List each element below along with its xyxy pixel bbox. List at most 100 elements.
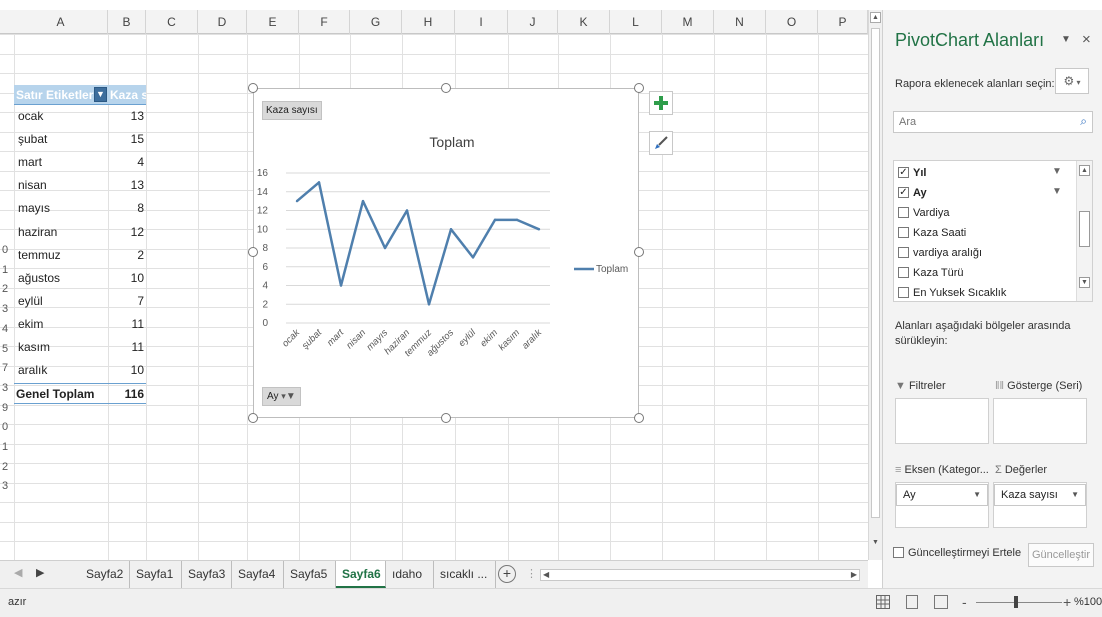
sheet-tab[interactable]: Sayfa5 [284,561,336,588]
sheet-tab[interactable]: ıdaho [386,561,434,588]
column-header[interactable]: N [714,10,766,34]
row-number[interactable]: 0 [0,244,14,256]
row-number[interactable]: 2 [0,283,14,295]
zoom-level[interactable]: %100 [1074,596,1102,608]
zoom-in-icon[interactable]: + [1063,594,1071,610]
field-list[interactable]: ✓ Yıl ✓ Ay Vardiya Kaza Saati vardiya aralığı K… [893,160,1093,302]
checkbox-icon[interactable] [898,206,909,218]
pane-options-dropdown-icon[interactable]: ▼ [1061,34,1071,45]
pivot-row-label[interactable]: haziran [18,222,104,242]
sheet-tab[interactable]: Sayfa6 [336,561,386,588]
field-yil-filter-icon[interactable]: ▼ [1052,166,1062,177]
pivot-row-label[interactable]: şubat [18,129,104,149]
column-header[interactable]: G [350,10,402,34]
field-item[interactable]: vardiya aralığı [898,243,982,263]
pivot-row-label[interactable]: aralık [18,360,104,380]
pivot-row-label[interactable]: kasım [18,337,104,357]
chart-styles-button[interactable] [649,131,673,155]
column-header[interactable]: M [662,10,714,34]
column-header[interactable]: H [402,10,455,34]
pivot-row-label[interactable]: mayıs [18,198,104,218]
hscroll-left-arrow-icon[interactable]: ◀ [543,570,549,579]
pivot-row-label[interactable]: ekim [18,314,104,334]
row-number[interactable]: 3 [0,480,14,492]
pivot-row-label[interactable]: ağustos [18,268,104,288]
new-sheet-plus-icon[interactable]: + [498,565,516,583]
checkbox-checked-icon[interactable]: ✓ [898,186,909,198]
checkbox-icon[interactable] [898,226,909,238]
pivot-row-value[interactable]: 15 [106,129,144,149]
zoom-slider-thumb[interactable] [1014,596,1018,608]
checkbox-checked-icon[interactable]: ✓ [898,166,909,178]
row-number[interactable]: 3 [0,382,14,394]
page-layout-view-icon[interactable] [906,595,918,609]
worksheet[interactable]: ABCDEFGHIJKLMNOP 0123457390123 Satır Eti… [0,0,868,560]
pivot-filter-sort-icon[interactable]: ▼ [94,87,107,102]
chart-resize-handle-bl[interactable] [248,413,258,423]
row-number[interactable]: 2 [0,461,14,473]
checkbox-icon[interactable] [898,246,909,258]
sheet-tab[interactable]: Sayfa4 [232,561,284,588]
field-ay-filter-icon[interactable]: ▼ [1052,186,1062,197]
field-item[interactable]: ✓ Ay [898,183,927,203]
update-button[interactable]: Güncelleştir [1028,543,1094,567]
pivot-row-value[interactable]: 2 [106,245,144,265]
field-item[interactable]: ✓ Yıl [898,163,926,183]
row-number[interactable]: 0 [0,421,14,433]
pivot-row-value[interactable]: 7 [106,291,144,311]
pivot-row-label[interactable]: nisan [18,175,104,195]
page-break-view-icon[interactable] [934,595,948,609]
chart-resize-handle-tl[interactable] [248,83,258,93]
column-header[interactable]: I [455,10,508,34]
search-input[interactable] [894,112,1064,132]
chart-elements-button[interactable] [649,91,673,115]
column-header[interactable]: D [198,10,247,34]
chart-resize-handle-b[interactable] [441,413,451,423]
column-header[interactable]: K [558,10,610,34]
column-header[interactable]: P [818,10,868,34]
row-number[interactable]: 7 [0,362,14,374]
row-number[interactable]: 1 [0,441,14,453]
column-header[interactable]: F [299,10,350,34]
checkbox-icon[interactable] [898,286,909,298]
sheet-tab[interactable]: sıcaklı ... [434,561,496,588]
pivot-row-label[interactable]: eylül [18,291,104,311]
field-scroll-down-icon[interactable]: ▼ [1079,277,1090,288]
column-header[interactable]: C [146,10,198,34]
row-number[interactable]: 4 [0,323,14,335]
sheet-tab[interactable]: Sayfa1 [130,561,182,588]
column-header[interactable]: L [610,10,662,34]
field-item[interactable]: En Yuksek Sıcaklık [898,283,1006,303]
pivot-value-header[interactable]: Kaza sa [110,85,146,105]
scroll-down-arrow-icon[interactable]: ▼ [870,538,881,549]
pivot-row-value[interactable]: 10 [106,268,144,288]
column-header[interactable]: J [508,10,558,34]
column-header[interactable]: A [14,10,108,34]
normal-view-icon[interactable] [876,595,890,609]
field-item[interactable]: Kaza Türü [898,263,964,283]
filters-drop-area[interactable] [895,398,989,444]
pivot-row-value[interactable]: 11 [106,314,144,334]
pivot-row-value[interactable]: 10 [106,360,144,380]
tab-scroll-left-icon[interactable]: ◀ [14,566,22,579]
pivot-row-label[interactable]: mart [18,152,104,172]
pivot-row-label[interactable]: temmuz [18,245,104,265]
chart-resize-handle-tr[interactable] [634,83,644,93]
axis-field-button[interactable]: Ay ▾▼ [262,387,301,406]
sheet-tab[interactable]: Sayfa3 [182,561,232,588]
chart-resize-handle-r[interactable] [634,247,644,257]
pivot-row-value[interactable]: 4 [106,152,144,172]
field-item[interactable]: Vardiya [898,203,949,223]
legend-drop-area[interactable] [993,398,1087,444]
field-list-scrollbar[interactable]: ▲ ▼ [1076,161,1092,301]
pivot-row-value[interactable]: 12 [106,222,144,242]
column-header[interactable]: O [766,10,818,34]
pivot-row-value[interactable]: 13 [106,175,144,195]
hscroll-right-arrow-icon[interactable]: ▶ [851,570,857,579]
vertical-scroll-thumb[interactable] [871,28,880,518]
field-scroll-thumb[interactable] [1079,211,1090,247]
checkbox-icon[interactable] [898,266,909,278]
chart-resize-handle-l[interactable] [248,247,258,257]
close-icon[interactable]: × [1082,31,1091,48]
scroll-up-arrow-icon[interactable]: ▲ [870,12,881,23]
